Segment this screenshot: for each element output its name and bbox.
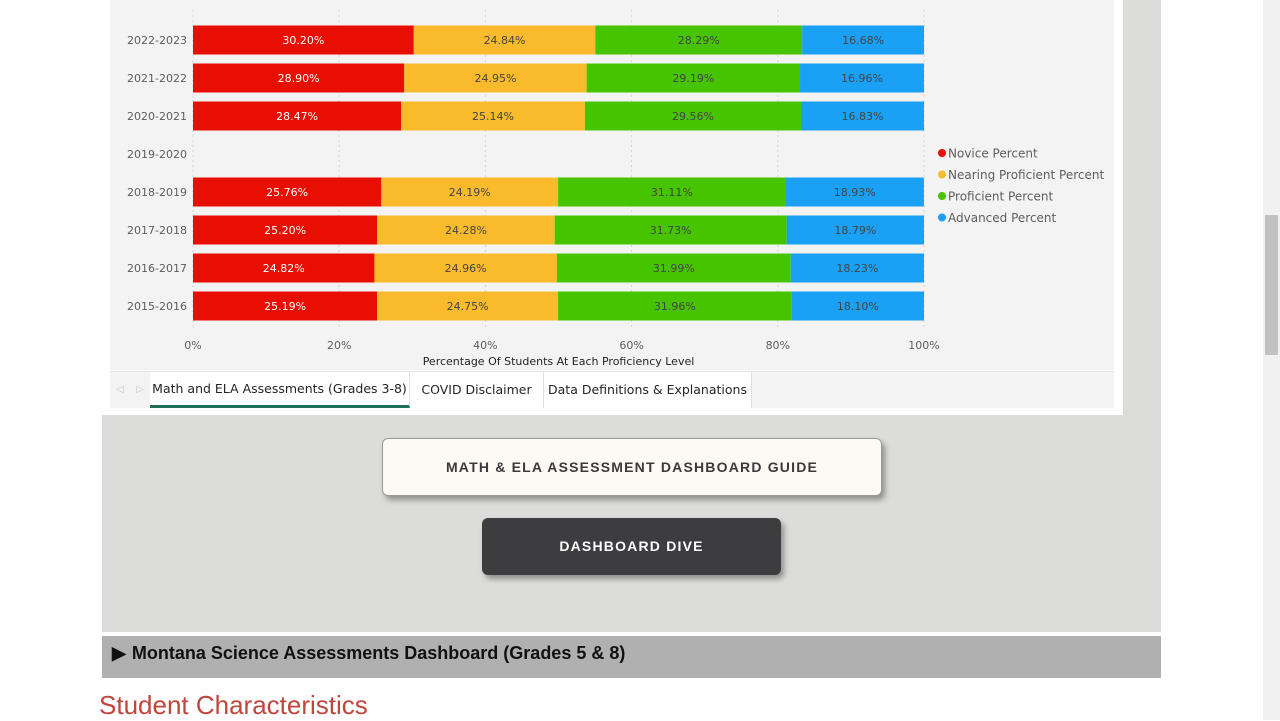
bar-data-label: 29.56% (672, 110, 714, 123)
bar-data-label: 16.83% (842, 110, 884, 123)
page-scrollbar[interactable] (1263, 0, 1280, 720)
bar-data-label: 18.79% (834, 224, 876, 237)
y-category-label: 2022-2023 (127, 34, 187, 47)
bar-data-label: 31.96% (654, 300, 696, 313)
science-assessments-toggle[interactable]: ▶ Montana Science Assessments Dashboard (… (102, 636, 1161, 680)
bar-data-label: 28.90% (278, 72, 320, 85)
y-category-label: 2016-2017 (127, 262, 187, 275)
bar-data-label: 29.19% (672, 72, 714, 85)
y-category-label: 2021-2022 (127, 72, 187, 85)
report-tabs: ◁ ▷ Math and ELA Assessments (Grades 3-8… (110, 371, 1114, 408)
bar-data-label: 24.75% (447, 300, 489, 313)
legend-marker (938, 149, 946, 157)
legend-entry: Proficient Percent (948, 190, 1053, 204)
bar-data-label: 18.93% (834, 186, 876, 199)
x-tick-label: 60% (619, 339, 643, 352)
legend-entry: Advanced Percent (948, 211, 1057, 225)
bar-data-label: 24.95% (474, 72, 516, 85)
bar-data-label: 30.20% (282, 34, 324, 47)
bar-data-label: 24.28% (445, 224, 487, 237)
legend-marker (938, 170, 946, 179)
science-assessments-label: Montana Science Assessments Dashboard (G… (131, 643, 626, 663)
bar-data-label: 25.14% (472, 110, 514, 123)
tab-covid-disclaimer[interactable]: COVID Disclaimer (410, 372, 544, 408)
legend-marker (938, 192, 946, 200)
x-tick-label: 40% (473, 339, 497, 352)
proficiency-chart: 0% 20% 40% 60% 80% 100% 2022-2023 30.20% 24.84% 2… (110, 0, 1114, 370)
bar-data-label: 18.10% (837, 300, 879, 313)
bar-data-label: 25.19% (264, 300, 306, 313)
bar-data-label: 24.82% (263, 262, 305, 275)
bar-data-label: 24.96% (445, 262, 487, 275)
student-characteristics-heading: Student Characteristics (99, 690, 368, 720)
bar-data-label: 16.68% (842, 34, 884, 47)
dashboard-dive-button[interactable]: DASHBOARD DIVE (482, 518, 781, 575)
scrollbar-thumb[interactable] (1265, 215, 1278, 355)
bar-data-label: 28.47% (276, 110, 318, 123)
tab-data-definitions[interactable]: Data Definitions & Explanations (544, 372, 752, 408)
x-tick-label: 20% (327, 339, 351, 352)
dashboard-guide-button[interactable]: MATH & ELA ASSESSMENT DASHBOARD GUIDE (382, 438, 882, 496)
bar-data-label: 25.20% (264, 224, 306, 237)
chart-svg: 0% 20% 40% 60% 80% 100% 2022-2023 30.20% 24.84% 2… (127, 10, 1105, 368)
bar-data-label: 18.23% (836, 262, 878, 275)
bar-data-label: 31.99% (653, 262, 695, 275)
tab-prev-icon[interactable]: ◁ (110, 372, 130, 408)
legend-entry: Nearing Proficient Percent (948, 168, 1105, 182)
y-category-label: 2020-2021 (127, 110, 187, 123)
bar-data-label: 28.29% (678, 34, 720, 47)
tab-math-ela[interactable]: Math and ELA Assessments (Grades 3-8) (150, 372, 410, 408)
bar-data-label: 24.19% (449, 186, 491, 199)
y-category-label: 2015-2016 (127, 300, 187, 313)
tab-next-icon[interactable]: ▷ (130, 372, 150, 408)
x-tick-label: 80% (766, 339, 790, 352)
expand-triangle-icon: ▶ (112, 643, 126, 663)
legend-marker (938, 213, 946, 222)
legend-entry: Novice Percent (948, 147, 1038, 161)
y-category-label: 2019-2020 (127, 148, 187, 161)
y-category-label: 2017-2018 (127, 224, 187, 237)
y-category-label: 2018-2019 (127, 186, 187, 199)
bar-data-label: 31.73% (650, 224, 692, 237)
bar-data-label: 31.11% (651, 186, 693, 199)
x-tick-label: 0% (184, 339, 201, 352)
bar-data-label: 25.76% (266, 186, 308, 199)
bar-data-label: 24.84% (484, 34, 526, 47)
x-tick-label: 100% (908, 339, 939, 352)
x-axis-title: Percentage Of Students At Each Proficien… (423, 355, 695, 368)
bar-data-label: 16.96% (841, 72, 883, 85)
